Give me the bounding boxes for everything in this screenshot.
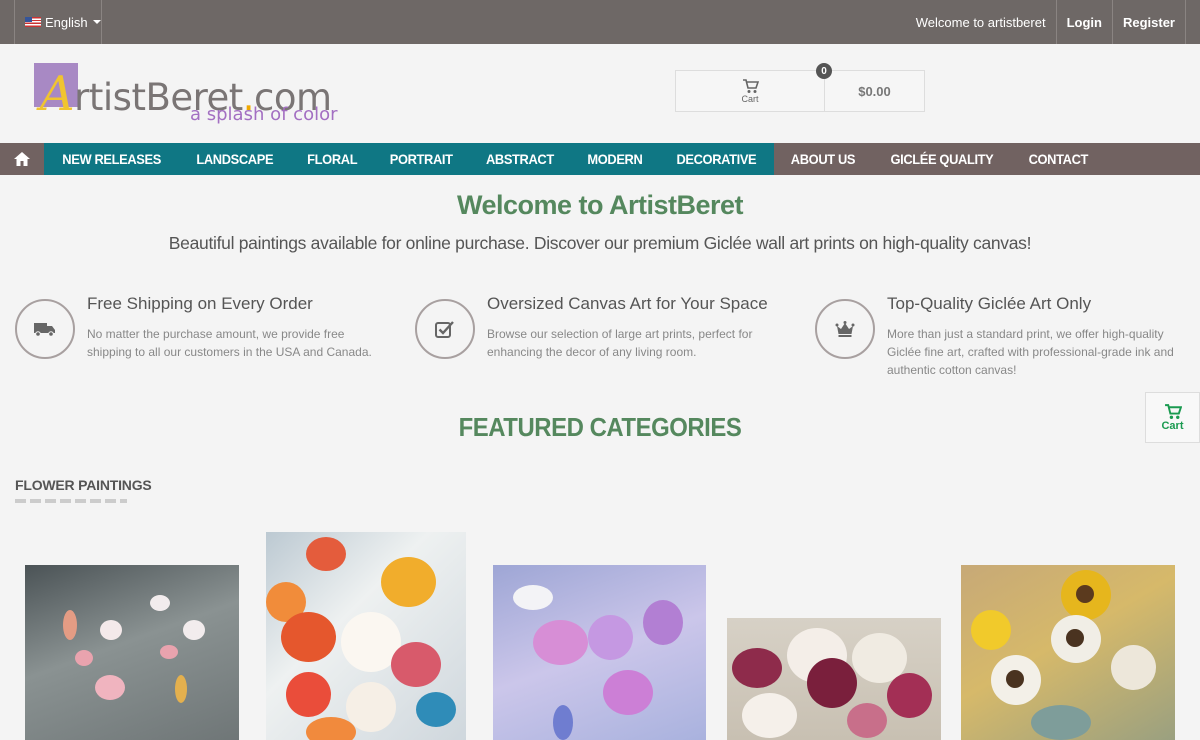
feature-description: More than just a standard print, we offe… <box>887 327 1174 377</box>
cart-label: Cart <box>741 93 759 104</box>
us-flag-icon <box>25 17 41 27</box>
nav-info: ABOUT US GICLÉE QUALITY CONTACT <box>774 143 1104 175</box>
nav-item-landscape[interactable]: LANDSCAPE <box>184 143 287 175</box>
nav-categories: NEW RELEASES LANDSCAPE FLORAL PORTRAIT A… <box>44 143 774 175</box>
cart-count-badge: 0 <box>816 63 832 79</box>
register-link[interactable]: Register <box>1111 0 1186 44</box>
home-icon <box>14 152 30 166</box>
login-link[interactable]: Login <box>1055 0 1112 44</box>
crown-icon <box>835 321 855 337</box>
featured-categories-heading: FEATURED CATEGORIES <box>458 412 742 442</box>
nav-item-portrait[interactable]: PORTRAIT <box>377 143 466 175</box>
page-subtitle: Beautiful paintings available for online… <box>168 233 1032 253</box>
feature-top-quality: Top-Quality Giclée Art Only More than ju… <box>815 294 1185 384</box>
painting-thumbnail[interactable] <box>266 532 466 740</box>
nav-item-new-releases[interactable]: NEW RELEASES <box>49 143 173 175</box>
account-links: Welcome to artistberet Login Register <box>906 0 1186 44</box>
nav-item-contact[interactable]: CONTACT <box>1015 143 1100 175</box>
page-title: Welcome to ArtistBeret <box>456 190 744 220</box>
nav-item-modern[interactable]: MODERN <box>575 143 656 175</box>
main-nav: NEW RELEASES LANDSCAPE FLORAL PORTRAIT A… <box>0 143 1200 175</box>
painting-thumbnail[interactable] <box>961 565 1175 740</box>
nav-item-floral[interactable]: FLORAL <box>294 143 370 175</box>
logo-tagline: a splash of color <box>190 104 338 125</box>
feature-oversized-canvas: Oversized Canvas Art for Your Space Brow… <box>415 294 785 384</box>
cart-icon <box>1164 403 1182 419</box>
feature-free-shipping: Free Shipping on Every Order No matter t… <box>15 294 385 384</box>
feature-icon-circle <box>415 299 475 359</box>
nav-item-abstract[interactable]: ABSTRACT <box>474 143 568 175</box>
feature-description: Browse our selection of large art prints… <box>487 327 753 359</box>
cart-icon <box>742 78 759 93</box>
nav-item-decorative[interactable]: DECORATIVE <box>664 143 770 175</box>
top-bar: English Welcome to artistberet Login Reg… <box>0 0 1200 44</box>
feature-icon-circle <box>815 299 875 359</box>
feature-title: Oversized Canvas Art for Your Space <box>487 294 768 313</box>
floating-cart-button[interactable]: Cart <box>1145 392 1200 443</box>
cart-total: $0.00 <box>858 83 891 99</box>
floating-cart-label: Cart <box>1161 419 1184 432</box>
caret-down-icon <box>92 20 101 24</box>
feature-title: Free Shipping on Every Order <box>87 294 313 313</box>
language-selector[interactable]: English <box>14 0 102 44</box>
cart-button[interactable]: Cart <box>676 71 825 111</box>
nav-home[interactable] <box>0 143 44 175</box>
welcome-text: Welcome to artistberet <box>915 14 1046 30</box>
truck-icon <box>34 323 55 337</box>
site-logo[interactable]: ArtistBeret.com a splash of color <box>30 58 360 128</box>
painting-thumbnail[interactable] <box>493 565 706 740</box>
feature-title: Top-Quality Giclée Art Only <box>887 294 1092 313</box>
painting-thumbnail[interactable] <box>727 618 941 740</box>
nav-item-about-us[interactable]: ABOUT US <box>778 143 868 175</box>
feature-description: No matter the purchase amount, we provid… <box>87 327 372 359</box>
logo-letter: A <box>40 66 75 122</box>
nav-item-giclee-quality[interactable]: GICLÉE QUALITY <box>877 143 1006 175</box>
feature-icon-circle <box>15 299 75 359</box>
category-title: FLOWER PAINTINGS <box>15 477 152 493</box>
header-cart[interactable]: Cart $0.00 <box>675 70 925 112</box>
checkbox-icon <box>435 321 454 338</box>
language-label: English <box>45 14 88 30</box>
category-underline <box>15 499 127 503</box>
painting-thumbnail[interactable] <box>25 565 239 740</box>
